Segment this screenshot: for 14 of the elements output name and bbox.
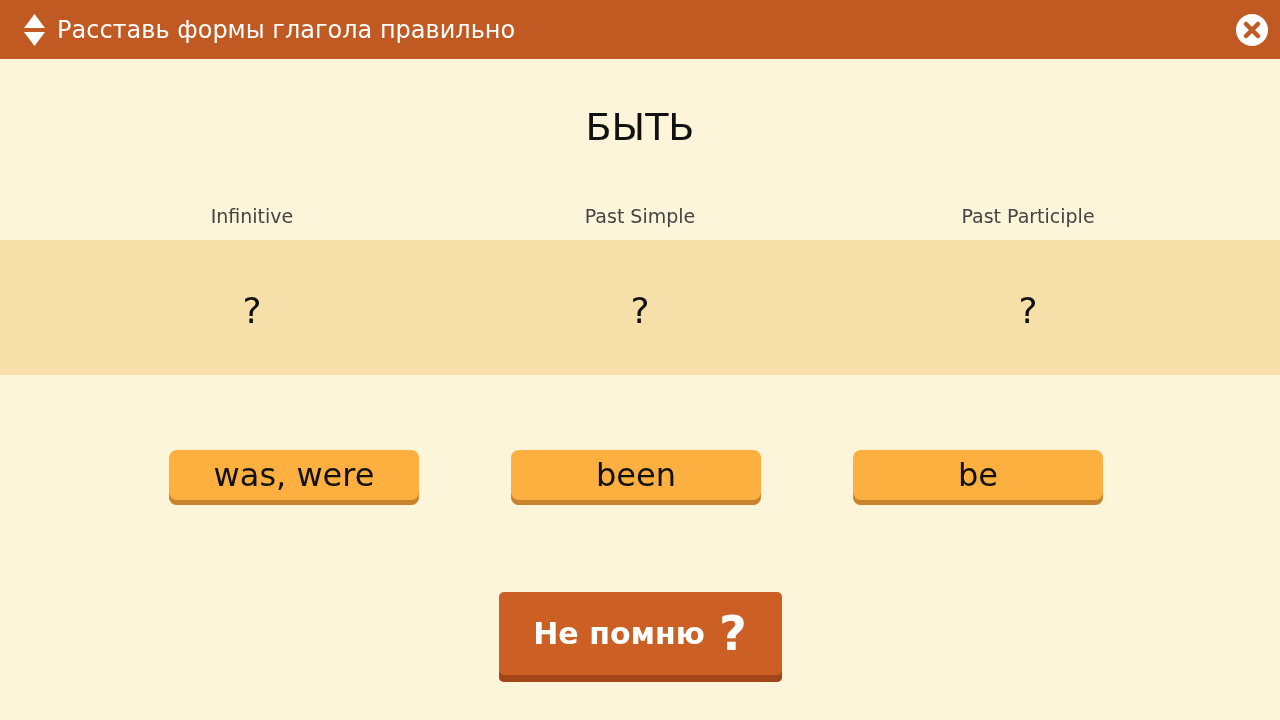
dont-remember-button[interactable]: Не помню ? [498,592,782,682]
verb-form-option[interactable]: been [511,450,761,505]
window-title: Расставь формы глагола правильно [57,15,516,44]
answer-slot[interactable]: ? [242,284,262,331]
column-heading: Past Participle [961,204,1095,227]
answer-slot[interactable]: ? [1018,284,1038,331]
verb-form-option[interactable]: was, were [169,450,419,505]
column-heading: Infinitive [210,204,294,227]
answer-slot[interactable]: ? [630,284,650,331]
column-heading: Past Simple [584,204,696,227]
sort-arrows-icon[interactable] [24,13,45,46]
verb-title: БЫТЬ [585,105,695,149]
verb-form-option[interactable]: be [853,450,1103,505]
close-icon[interactable] [1236,13,1268,46]
